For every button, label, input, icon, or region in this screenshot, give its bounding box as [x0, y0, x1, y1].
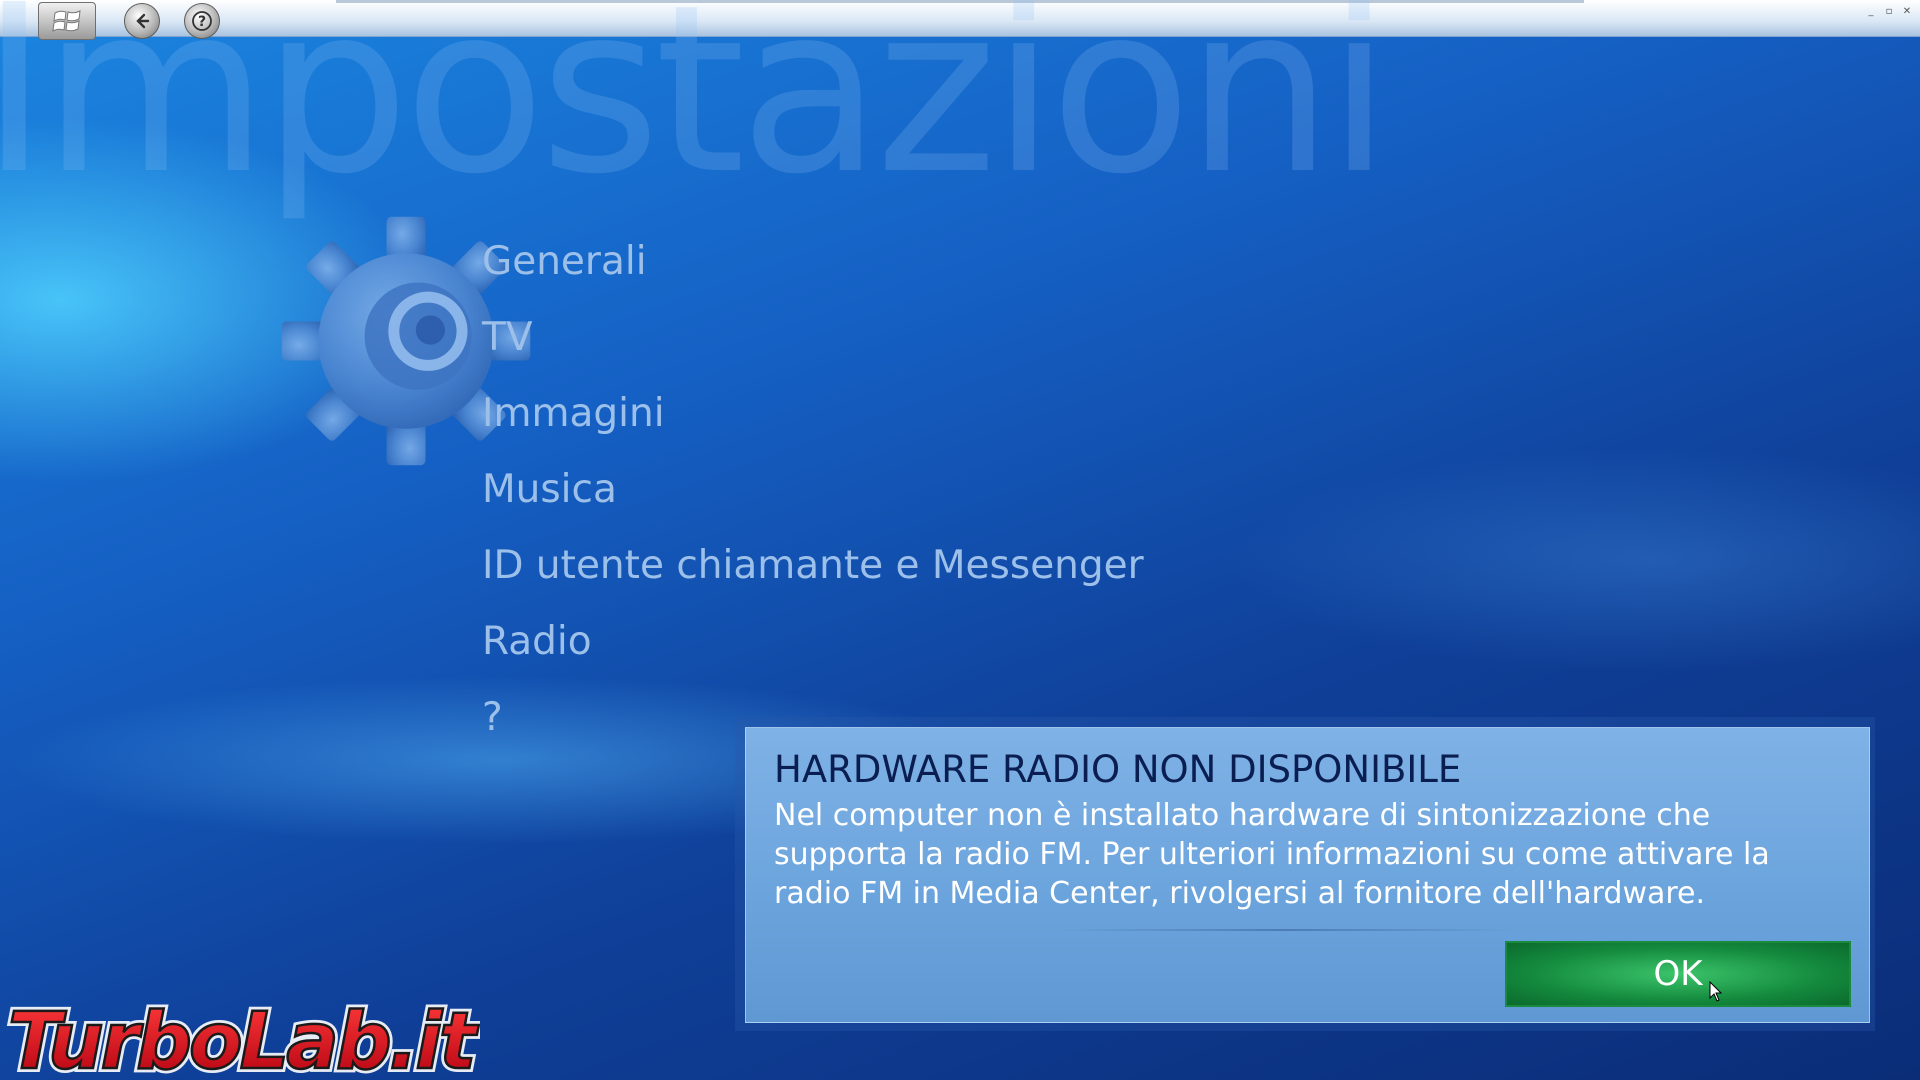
menu-item-musica[interactable]: Musica	[482, 464, 1144, 540]
window-controls: _ ▫ ✕	[1866, 6, 1912, 17]
mouse-pointer-icon	[1709, 981, 1723, 1002]
minimize-button[interactable]: _	[1866, 6, 1876, 17]
turbolab-logo: TurboLab.it TurboLab.it	[4, 994, 480, 1080]
dialog-title: HARDWARE RADIO NON DISPONIBILE	[774, 748, 1462, 791]
menu-item-radio[interactable]: Radio	[482, 616, 1144, 692]
dialog-message: Nel computer non è installato hardware d…	[774, 798, 1770, 911]
menu-item-tv[interactable]: TV	[482, 312, 1144, 388]
menu-item-generali[interactable]: Generali	[482, 236, 1144, 312]
restore-button[interactable]: ▫	[1884, 6, 1894, 17]
background-title: Impostazioni	[0, 0, 1391, 225]
menu-item-caller-id-messenger[interactable]: ID utente chiamante e Messenger	[482, 540, 1144, 616]
menu-item-immagini[interactable]: Immagini	[482, 388, 1144, 464]
close-button[interactable]: ✕	[1902, 6, 1912, 17]
dialog-separator	[1056, 929, 1516, 931]
ok-button[interactable]: OK	[1505, 941, 1851, 1007]
settings-menu: Generali TV Immagini Musica ID utente ch…	[482, 236, 1144, 768]
radio-hardware-dialog: HARDWARE RADIO NON DISPONIBILE Nel compu…	[745, 727, 1870, 1023]
svg-text:TurboLab.it: TurboLab.it	[8, 997, 479, 1080]
